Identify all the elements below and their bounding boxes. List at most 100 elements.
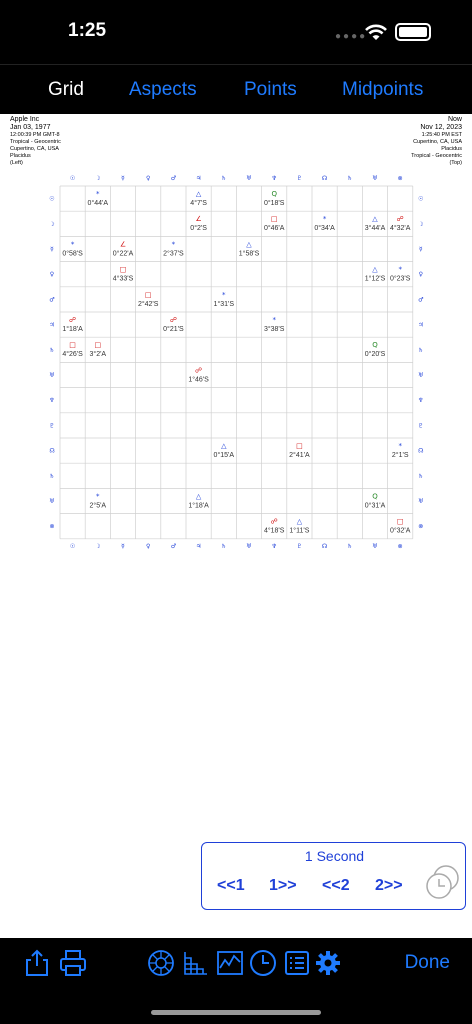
planet-label-bottom: ♀ xyxy=(146,543,150,550)
planet-label-top: ♅ xyxy=(372,175,377,182)
planet-label-top: ☊ xyxy=(322,175,327,182)
grid-chart-icon[interactable] xyxy=(181,948,211,978)
planet-label-top: ♆ xyxy=(272,175,277,182)
planet-label-right: ♅ xyxy=(418,372,423,379)
planet-label-left: ♅ xyxy=(49,372,54,379)
planet-label-left: ♀ xyxy=(50,271,54,278)
forward-2-button[interactable]: 2>> xyxy=(375,877,403,895)
aspect-symbol: △ xyxy=(196,492,202,500)
tab-midpoints[interactable]: Midpoints xyxy=(342,79,423,101)
planet-label-top: ♀ xyxy=(146,175,150,182)
planet-label-left: ☿ xyxy=(50,246,54,253)
aspect-symbol: □ xyxy=(397,518,404,526)
planet-label-top: ☽ xyxy=(95,175,100,182)
aspect-symbol: ☍ xyxy=(69,316,76,324)
aspect-orb: 4°33'S xyxy=(113,275,134,283)
aspect-symbol: * xyxy=(96,492,100,500)
aspect-orb: 2°41'A xyxy=(289,451,310,459)
planet-label-bottom: ♆ xyxy=(272,543,277,550)
aspect-orb: 0°15'A xyxy=(214,451,235,459)
aspect-orb: 4°7'S xyxy=(190,199,207,207)
aspect-symbol: □ xyxy=(145,291,152,299)
done-button[interactable]: Done xyxy=(405,952,450,974)
aspect-orb: 1°18'A xyxy=(62,325,83,333)
forward-1-button[interactable]: 1>> xyxy=(269,877,297,895)
tab-aspects[interactable]: Aspects xyxy=(129,79,197,101)
wifi-icon xyxy=(365,24,387,40)
back-2-button[interactable]: <<2 xyxy=(322,877,350,895)
aspect-orb: 2°37'S xyxy=(163,249,184,257)
list-icon[interactable] xyxy=(282,948,312,978)
aspect-symbol: ☍ xyxy=(195,366,202,374)
tab-grid[interactable]: Grid xyxy=(48,79,84,101)
planet-label-right: ♆ xyxy=(418,397,423,404)
aspect-symbol: □ xyxy=(296,442,303,450)
aspect-orb: 2°1'S xyxy=(392,451,409,459)
aspect-orb: 0°23'S xyxy=(390,275,411,283)
planet-label-left: ♃ xyxy=(49,322,54,329)
tab-points[interactable]: Points xyxy=(244,79,297,101)
aspect-orb: 0°46'A xyxy=(264,224,285,232)
aspect-symbol: * xyxy=(323,215,327,223)
aspect-orb: 0°58'S xyxy=(62,249,83,257)
aspect-orb: 0°34'A xyxy=(314,224,335,232)
planet-label-bottom: ♄ xyxy=(221,543,226,550)
planet-label-bottom: ♃ xyxy=(196,543,201,550)
planet-label-bottom: ☉ xyxy=(70,543,75,550)
planet-label-bottom: ♄ xyxy=(347,543,352,550)
print-icon[interactable] xyxy=(58,948,88,978)
planet-label-right: ♄ xyxy=(418,473,423,480)
signal-icon: ●●●● xyxy=(335,31,368,42)
share-icon[interactable] xyxy=(22,948,52,978)
aspect-orb: 0°20'S xyxy=(365,350,386,358)
planet-label-left: ♇ xyxy=(49,422,54,429)
settings-gear-icon[interactable] xyxy=(313,948,343,978)
aspect-symbol: Q xyxy=(271,190,277,198)
planet-label-right: ♃ xyxy=(418,322,423,329)
planet-label-right: ♅ xyxy=(418,498,423,505)
planet-label-bottom: ☿ xyxy=(121,543,125,550)
speed-label[interactable]: 1 Second xyxy=(202,848,467,864)
planet-label-bottom: ☽ xyxy=(95,543,100,550)
planet-label-left: ♆ xyxy=(49,397,54,404)
aspect-symbol: □ xyxy=(271,215,278,223)
aspect-orb: 4°32'A xyxy=(390,224,411,232)
aspect-orb: 3°2'A xyxy=(90,350,107,358)
aspect-orb: 0°31'A xyxy=(365,501,386,509)
aspect-symbol: △ xyxy=(372,266,378,274)
aspect-orb: 1°46'S xyxy=(188,375,209,383)
aspect-symbol: * xyxy=(96,190,100,198)
clock-icon[interactable] xyxy=(248,948,278,978)
aspect-symbol: Q xyxy=(372,492,378,500)
battery-icon xyxy=(395,23,431,41)
aspect-orb: 1°18'A xyxy=(188,501,209,509)
aspect-symbol: * xyxy=(272,316,276,324)
aspect-symbol: □ xyxy=(94,341,101,349)
home-indicator xyxy=(151,1010,321,1015)
aspect-orb: 0°22'A xyxy=(113,249,134,257)
planet-label-right: ♇ xyxy=(418,422,423,429)
aspect-orb: 3°38'S xyxy=(264,325,285,333)
planet-label-left: ♂ xyxy=(49,296,54,303)
animation-controls: 1 Second <<1 1>> <<2 2>> xyxy=(201,842,466,910)
planet-label-top: ⊗ xyxy=(398,175,403,182)
aspect-orb: 4°18'S xyxy=(264,527,285,535)
aspect-symbol: * xyxy=(398,442,402,450)
planet-label-top: ♂ xyxy=(171,175,176,182)
planet-label-left: ☊ xyxy=(49,448,54,455)
planet-label-right: ☉ xyxy=(418,196,423,203)
planet-label-top: ♇ xyxy=(297,175,302,182)
aspect-symbol: ∠ xyxy=(195,215,201,223)
back-1-button[interactable]: <<1 xyxy=(217,877,245,895)
planet-label-left: ♄ xyxy=(49,347,54,354)
planet-label-left: ☽ xyxy=(49,221,54,228)
wheel-icon[interactable] xyxy=(146,948,176,978)
planet-label-right: ⊗ xyxy=(418,523,423,530)
aspect-symbol: * xyxy=(222,291,226,299)
aspect-symbol: ☍ xyxy=(397,215,404,223)
aspect-orb: 0°18'S xyxy=(264,199,285,207)
aspect-symbol: △ xyxy=(246,240,252,248)
graph-icon[interactable] xyxy=(215,948,245,978)
time-step-icon[interactable] xyxy=(424,863,462,901)
aspect-symbol: Q xyxy=(372,341,378,349)
